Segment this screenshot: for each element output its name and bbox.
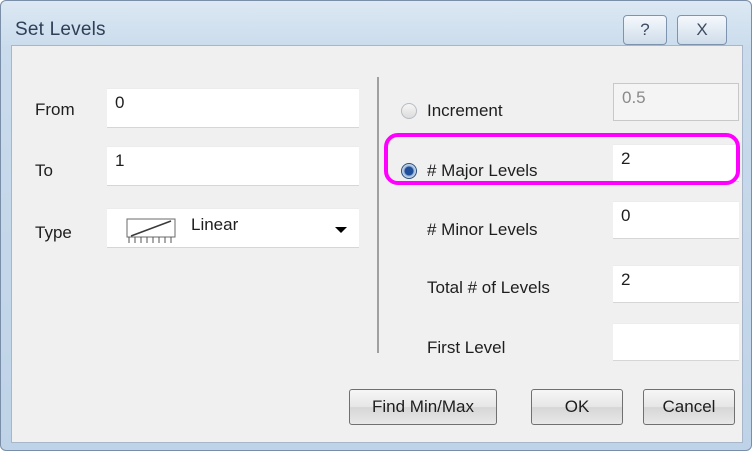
type-label: Type [35,223,72,242]
minor-levels-input[interactable]: 0 [613,201,739,239]
to-input[interactable]: 1 [107,146,359,186]
close-icon: X [696,20,708,39]
linear-scale-icon [126,218,176,243]
ok-button[interactable]: OK [531,389,623,425]
title-bar[interactable]: Set Levels ? X [1,1,751,45]
minor-levels-label: # Minor Levels [427,220,538,239]
window-title: Set Levels [15,19,106,40]
from-input[interactable]: 0 [107,88,359,128]
increment-input[interactable]: 0.5 [613,83,739,121]
type-value: Linear [191,215,239,234]
increment-label: Increment [427,101,503,120]
total-levels-input[interactable]: 2 [613,265,739,303]
from-label: From [35,100,75,119]
help-icon: ? [640,20,650,39]
close-button[interactable]: X [677,15,727,45]
set-levels-dialog: Set Levels ? X From 0 To 1 Type Linear I… [0,0,752,451]
column-separator [377,77,379,353]
to-label: To [35,161,53,180]
increment-value: 0.5 [622,88,646,107]
minor-levels-value: 0 [621,206,631,225]
first-level-label: First Level [427,338,506,357]
to-value: 1 [115,151,125,170]
total-levels-value: 2 [621,270,631,289]
find-min-max-button[interactable]: Find Min/Max [349,389,497,425]
chevron-down-icon[interactable] [335,227,347,233]
cancel-button[interactable]: Cancel [643,389,735,425]
first-level-input[interactable] [613,323,739,361]
from-value: 0 [115,93,125,112]
highlight-annotation [384,133,740,185]
type-dropdown[interactable]: Linear [107,208,359,248]
help-button[interactable]: ? [623,15,667,45]
increment-radio[interactable] [401,103,417,119]
total-levels-label: Total # of Levels [427,278,550,297]
